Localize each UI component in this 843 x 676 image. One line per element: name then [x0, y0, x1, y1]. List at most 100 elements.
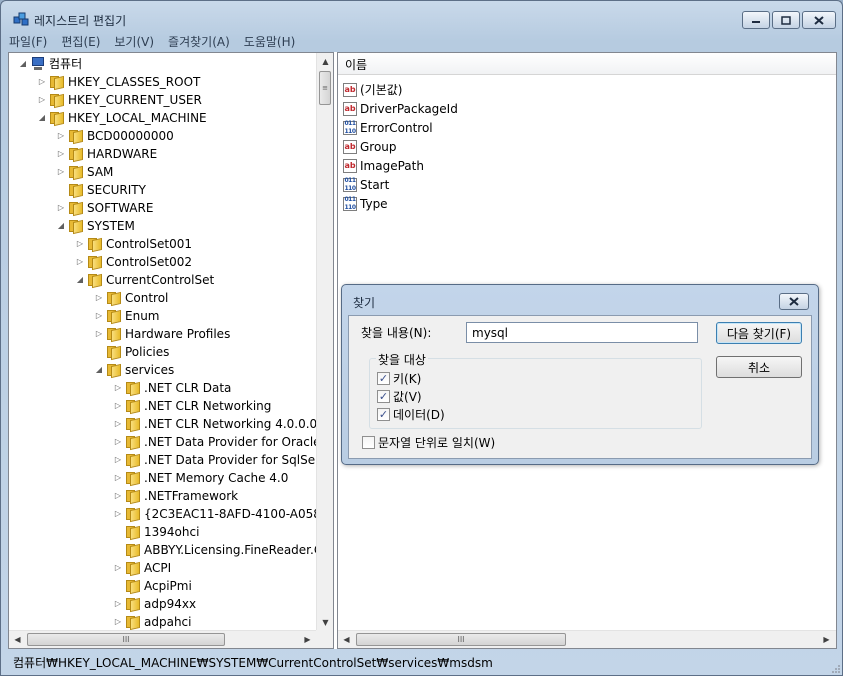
value-row[interactable]: ab Group: [343, 137, 397, 156]
collapsed-arrow-icon[interactable]: ▷: [113, 469, 123, 487]
value-row[interactable]: 011 110 ErrorControl: [343, 118, 433, 137]
find-dialog-close-button[interactable]: [779, 293, 809, 310]
collapsed-arrow-icon[interactable]: ▷: [113, 379, 123, 397]
tree-item[interactable]: ▷ Hardware Profiles: [94, 325, 230, 343]
menu-favorites[interactable]: 즐겨찾기(A): [161, 32, 237, 52]
menu-file[interactable]: 파일(F): [2, 32, 54, 52]
collapsed-arrow-icon[interactable]: ▷: [113, 595, 123, 613]
tree-item[interactable]: ▷ ControlSet002: [75, 253, 192, 271]
checkbox-values[interactable]: ✓: [377, 390, 390, 403]
option-data[interactable]: ✓ 데이터(D): [377, 406, 445, 423]
tree-item[interactable]: ▷ .NET CLR Networking: [113, 397, 271, 415]
tree-item[interactable]: ▷ .NET CLR Data: [113, 379, 231, 397]
checkbox-keys[interactable]: ✓: [377, 372, 390, 385]
value-row[interactable]: ab DriverPackageId: [343, 99, 458, 118]
tree-item[interactable]: ▷ BCD00000000: [56, 127, 174, 145]
list-hscroll-thumb[interactable]: III: [356, 633, 566, 646]
tree-vertical-scrollbar[interactable]: ▲ ≡ ▼: [316, 53, 333, 631]
collapsed-arrow-icon[interactable]: ▷: [94, 289, 104, 307]
key-tree-pane[interactable]: ◢ 컴퓨터 ▷ HKEY_CLASSES_ROOT ▷ HKEY_CURRENT_US…: [8, 52, 334, 649]
tree-item[interactable]: ▷ SAM: [56, 163, 113, 181]
find-what-input[interactable]: [466, 322, 698, 343]
tree-item[interactable]: ◢ SYSTEM: [56, 217, 135, 235]
option-match-whole[interactable]: 문자열 단위로 일치(W): [362, 434, 495, 451]
value-row[interactable]: 011 110 Type: [343, 194, 388, 213]
checkbox-data[interactable]: ✓: [377, 408, 390, 421]
collapsed-arrow-icon[interactable]: ▷: [56, 163, 66, 181]
collapsed-arrow-icon[interactable]: ▷: [75, 253, 85, 271]
tree-item[interactable]: ABBYY.Licensing.FineReader.C: [113, 541, 317, 559]
scroll-right-icon[interactable]: ▶: [818, 631, 835, 648]
scroll-left-icon[interactable]: ◀: [338, 631, 355, 648]
resize-grip-icon[interactable]: [830, 663, 840, 673]
tree-item[interactable]: ◢ services: [94, 361, 174, 379]
value-row[interactable]: ab ImagePath: [343, 156, 424, 175]
menu-edit[interactable]: 편집(E): [54, 32, 107, 52]
tree-item[interactable]: ▷ adp94xx: [113, 595, 196, 613]
option-keys[interactable]: ✓ 키(K): [377, 370, 421, 387]
tree-item[interactable]: ▷ HKEY_CLASSES_ROOT: [37, 73, 200, 91]
tree-item[interactable]: AcpiPmi: [113, 577, 192, 595]
scroll-down-icon[interactable]: ▼: [317, 614, 333, 631]
collapsed-arrow-icon[interactable]: ▷: [94, 307, 104, 325]
collapsed-arrow-icon[interactable]: ▷: [113, 505, 123, 523]
tree-item[interactable]: SECURITY: [56, 181, 146, 199]
tree-item[interactable]: ▷ .NET Data Provider for SqlServ: [113, 451, 317, 469]
tree-item[interactable]: ▷ SOFTWARE: [56, 199, 153, 217]
collapsed-arrow-icon[interactable]: ▷: [94, 325, 104, 343]
tree-item[interactable]: 1394ohci: [113, 523, 199, 541]
name-column-header[interactable]: 이름: [338, 53, 836, 75]
collapsed-arrow-icon[interactable]: ▷: [113, 415, 123, 433]
collapsed-arrow-icon[interactable]: ▷: [37, 73, 47, 91]
collapsed-arrow-icon[interactable]: ▷: [113, 487, 123, 505]
scroll-right-icon[interactable]: ▶: [299, 631, 316, 648]
expanded-arrow-icon[interactable]: ◢: [94, 361, 104, 379]
collapsed-arrow-icon[interactable]: ▷: [37, 91, 47, 109]
tree-item[interactable]: ▷ adpahci: [113, 613, 191, 631]
collapsed-arrow-icon[interactable]: ▷: [113, 559, 123, 577]
checkbox-match-whole[interactable]: [362, 436, 375, 449]
collapsed-arrow-icon[interactable]: ▷: [56, 127, 66, 145]
tree-item[interactable]: ▷ .NET CLR Networking 4.0.0.0: [113, 415, 317, 433]
tree-item[interactable]: ▷ ControlSet001: [75, 235, 192, 253]
close-button[interactable]: [802, 11, 836, 29]
expanded-arrow-icon[interactable]: ◢: [56, 217, 66, 235]
tree-item[interactable]: ◢ CurrentControlSet: [75, 271, 214, 289]
menu-help[interactable]: 도움말(H): [237, 32, 303, 52]
menu-view[interactable]: 보기(V): [107, 32, 161, 52]
tree-item[interactable]: ▷ HKEY_CURRENT_USER: [37, 91, 202, 109]
list-horizontal-scrollbar[interactable]: ◀ III ▶: [338, 630, 836, 648]
option-values[interactable]: ✓ 값(V): [377, 388, 422, 405]
collapsed-arrow-icon[interactable]: ▷: [113, 451, 123, 469]
tree-item[interactable]: ▷ Enum: [94, 307, 159, 325]
tree-item[interactable]: ▷ .NET Memory Cache 4.0: [113, 469, 288, 487]
tree-item[interactable]: ▷ ACPI: [113, 559, 171, 577]
maximize-button[interactable]: [772, 11, 800, 29]
find-next-button[interactable]: 다음 찾기(F): [716, 322, 802, 344]
collapsed-arrow-icon[interactable]: ▷: [56, 145, 66, 163]
scroll-up-icon[interactable]: ▲: [317, 53, 333, 70]
collapsed-arrow-icon[interactable]: ▷: [113, 433, 123, 451]
tree-horizontal-scrollbar[interactable]: ◀ III ▶: [9, 630, 317, 648]
expanded-arrow-icon[interactable]: ◢: [75, 271, 85, 289]
scroll-left-icon[interactable]: ◀: [9, 631, 26, 648]
tree-item[interactable]: ▷ {2C3EAC11-8AFD-4100-A058: [113, 505, 317, 523]
value-row[interactable]: ab (기본값): [343, 80, 402, 99]
title-bar[interactable]: 레지스트리 편집기: [1, 1, 842, 33]
collapsed-arrow-icon[interactable]: ▷: [113, 613, 123, 631]
tree-vscroll-thumb[interactable]: ≡: [319, 71, 331, 105]
cancel-button[interactable]: 취소: [716, 356, 802, 378]
minimize-button[interactable]: [742, 11, 770, 29]
tree-item[interactable]: Policies: [94, 343, 169, 361]
collapsed-arrow-icon[interactable]: ▷: [113, 397, 123, 415]
tree-root[interactable]: ◢ 컴퓨터: [18, 55, 82, 73]
tree-item[interactable]: ▷ HARDWARE: [56, 145, 157, 163]
value-row[interactable]: 011 110 Start: [343, 175, 389, 194]
tree-item[interactable]: ▷ .NETFramework: [113, 487, 238, 505]
tree-item[interactable]: ◢ HKEY_LOCAL_MACHINE: [37, 109, 207, 127]
expanded-arrow-icon[interactable]: ◢: [37, 109, 47, 127]
collapsed-arrow-icon[interactable]: ▷: [56, 199, 66, 217]
collapsed-arrow-icon[interactable]: ▷: [75, 235, 85, 253]
tree-item[interactable]: ▷ Control: [94, 289, 168, 307]
tree-item[interactable]: ▷ .NET Data Provider for Oracle: [113, 433, 317, 451]
